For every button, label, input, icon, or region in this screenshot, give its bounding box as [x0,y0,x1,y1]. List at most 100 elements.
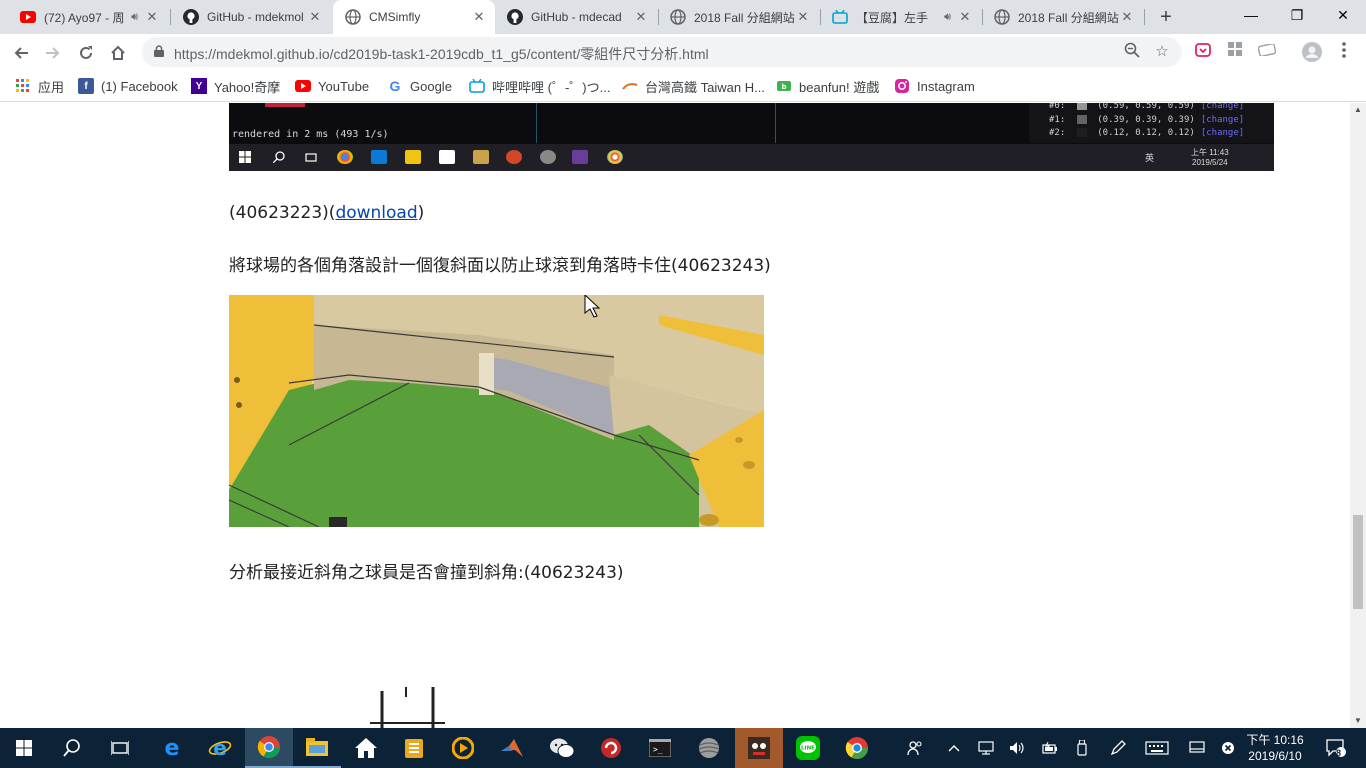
taskbar-matlab[interactable] [488,728,536,768]
people-icon[interactable] [902,728,928,768]
paragraph-collision-analysis: 分析最接近斜角之球員是否會撞到斜角:(40623243) [229,563,624,583]
search-button[interactable] [48,728,96,768]
url-text[interactable]: https://mdekmol.github.io/cd2019b-task1-… [174,44,709,64]
tab-2018-fall-2[interactable]: 2018 Fall 分組網站 ✕ [982,0,1143,34]
photo-icon [473,150,489,164]
reload-button[interactable] [73,40,99,66]
yahoo-icon: Y [191,78,207,94]
profile-avatar-icon[interactable] [1302,42,1322,62]
taskbar-terminal[interactable]: >_ [636,728,684,768]
taskbar-manga-app[interactable] [735,728,783,768]
field-corner-model-image [229,295,764,527]
taskbar-sphere-app[interactable] [685,728,733,768]
taskbar-chrome[interactable] [245,728,293,768]
tab-youtube[interactable]: (72) Ayo97 - 周 🔊︎ ✕ [8,0,168,34]
keyboard-icon[interactable] [1143,728,1171,768]
volume-icon[interactable] [1004,728,1030,768]
taskbar-game-launcher[interactable] [587,728,635,768]
windows-logo-icon [16,740,32,756]
zoom-icon[interactable] [1122,42,1142,62]
forward-button[interactable] [40,40,66,66]
bookmark-beanfun[interactable]: b beanfun! 遊戲 [776,76,879,96]
restore-button[interactable]: ❐ [1274,0,1320,30]
palette-change-link: [change] [1200,103,1245,111]
palette-index: #1: [1049,115,1066,125]
tab-title: GitHub - mdecad [531,10,622,24]
task-view-button[interactable] [96,728,144,768]
tab-title: 2018 Fall 分組網站 [694,10,795,25]
youtube-icon [20,9,36,25]
taskbar-line[interactable]: LINE [784,728,832,768]
grid-extension-icon[interactable] [1225,42,1245,62]
taskbar-edge[interactable]: e [148,728,196,768]
palette-swatch [1077,103,1088,110]
bookmark-apps[interactable]: 应用 [15,76,64,96]
network-icon[interactable] [973,728,999,768]
back-button[interactable] [8,40,34,66]
game-launcher-icon [601,738,621,758]
tray-overflow-icon[interactable] [941,728,967,768]
notification-center-icon[interactable]: 8 [1322,728,1350,768]
close-window-button[interactable]: ✕ [1320,0,1366,30]
render-stats-text: rendered in 2 ms (493 1/s) [232,129,389,140]
scroll-thumb[interactable] [1353,515,1363,609]
bookmark-thsr[interactable]: 台灣高鐵 Taiwan H... [622,76,765,96]
instagram-icon [894,78,910,94]
bilibili-icon [469,78,485,94]
tab-2018-fall[interactable]: 2018 Fall 分組網站 ✕ [658,0,819,34]
taskbar-media-player[interactable] [439,728,487,768]
close-icon[interactable]: ✕ [795,9,811,25]
close-icon[interactable]: ✕ [144,9,160,25]
tab-github-mdecad[interactable]: GitHub - mdecad ✕ [495,0,657,34]
close-circle-icon[interactable] [1215,728,1241,768]
bookmark-facebook[interactable]: f (1) Facebook [78,76,178,96]
bookmark-label: YouTube [318,78,370,94]
usb-icon[interactable] [1069,728,1095,768]
globe-icon [670,9,686,25]
taskbar-ie[interactable]: e [196,728,244,768]
taskbar-file-explorer[interactable] [293,728,341,768]
bookmark-youtube[interactable]: YouTube [295,76,369,96]
reload-icon [80,46,92,59]
home-button[interactable] [105,40,131,66]
taskbar-home[interactable] [342,728,390,768]
menu-kebab-icon[interactable] [1334,42,1354,62]
ticket-extension-icon[interactable] [1257,42,1277,62]
bookmark-instagram[interactable]: Instagram [894,76,975,96]
bookmark-google[interactable]: G Google [387,76,452,96]
system-clock[interactable]: 下午 10:16 2019/6/10 [1242,732,1308,764]
scroll-down-arrow-icon[interactable]: ▼ [1350,714,1366,728]
new-tab-button[interactable]: + [1154,5,1178,29]
close-icon[interactable]: ✕ [471,9,487,25]
bookmark-star-icon[interactable]: ☆ [1152,42,1172,62]
pen-icon[interactable] [1105,728,1131,768]
taskbar-chrome-canary[interactable] [833,728,881,768]
tab-github-mdekmol[interactable]: GitHub - mdekmol ✕ [171,0,331,34]
page-scrollbar[interactable]: ▲ ▼ [1350,103,1366,728]
bookmark-yahoo[interactable]: Y Yahoo!奇摩 [191,76,280,96]
tab-bilibili[interactable]: 【豆腐】左手 🔊︎ ✕ [820,0,981,34]
bookmark-bilibili[interactable]: 哔哩哔哩 (゜-゜)つ... [469,76,610,96]
close-icon[interactable]: ✕ [307,9,323,25]
download-link[interactable]: download [335,203,417,223]
bookmark-label: Yahoo!奇摩 [214,79,281,95]
speaker-icon[interactable]: 🔊︎ [131,11,138,24]
speaker-icon[interactable]: 🔊︎ [944,11,951,24]
palette-row: #0: (0.59, 0.59, 0.59) [change] [1049,103,1244,111]
close-icon[interactable]: ✕ [957,9,973,25]
scroll-up-arrow-icon[interactable]: ▲ [1350,103,1366,117]
address-bar[interactable]: https://mdekmol.github.io/cd2019b-task1-… [142,37,1182,67]
taskbar-notepad-app[interactable] [390,728,438,768]
display-icon[interactable] [1184,728,1210,768]
taskbar-wechat[interactable] [538,728,586,768]
tab-cmsimfly[interactable]: CMSimfly ✕ [333,0,495,34]
github-icon [183,9,199,25]
battery-icon[interactable] [1037,728,1063,768]
start-button[interactable] [0,728,48,768]
palette-index: #0: [1049,103,1066,111]
sphere-icon [540,150,556,164]
minimize-button[interactable]: — [1228,0,1274,30]
close-icon[interactable]: ✕ [633,9,649,25]
close-icon[interactable]: ✕ [1119,9,1135,25]
pocket-extension-icon[interactable] [1193,42,1213,62]
